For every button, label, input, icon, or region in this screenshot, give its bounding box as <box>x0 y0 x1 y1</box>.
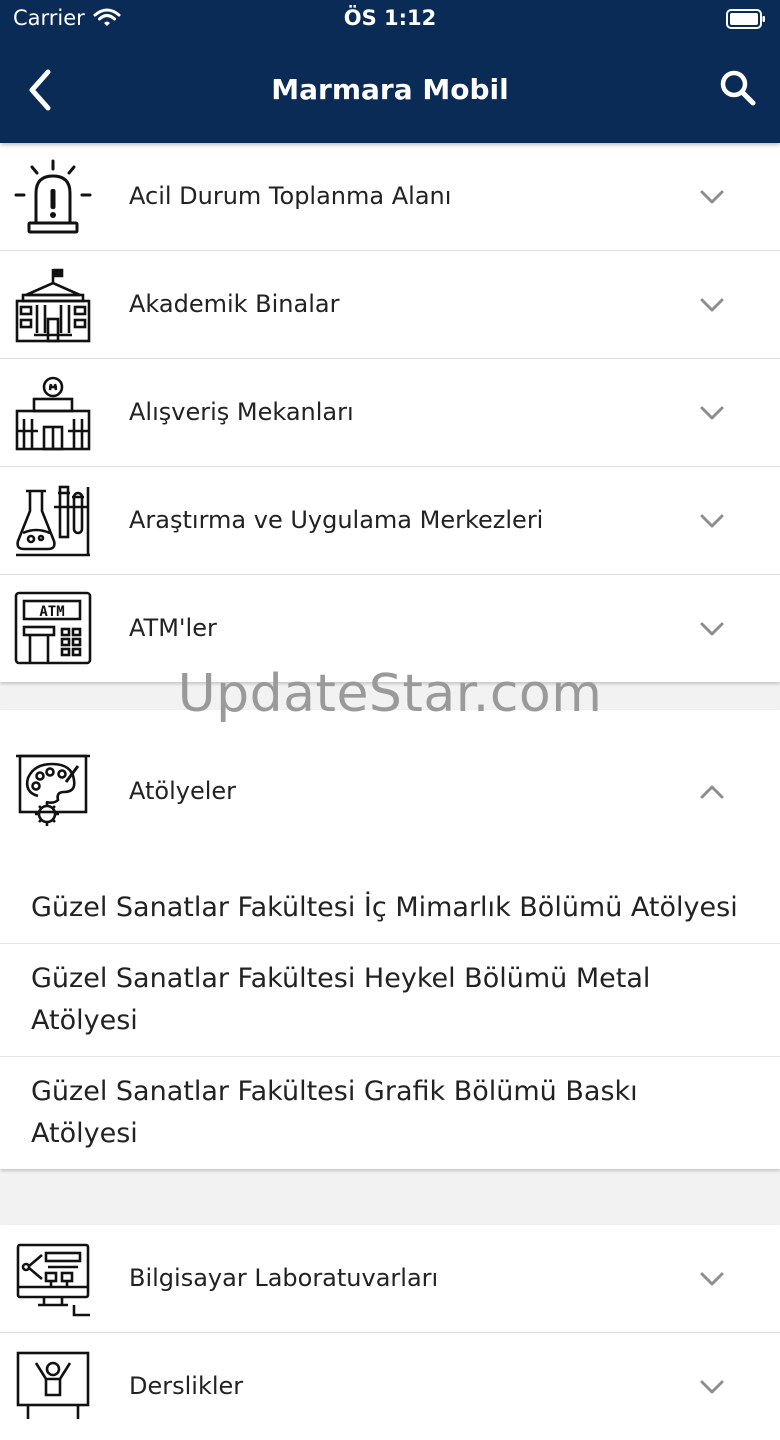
list-item[interactable]: Güzel Sanatlar Fakültesi Grafik Bölümü B… <box>0 1057 780 1169</box>
chevron-down-icon <box>700 406 724 420</box>
category-row-atolyeler[interactable]: Atölyeler <box>0 710 780 873</box>
nav-bar: Marmara Mobil <box>0 40 780 143</box>
expanded-category-card: Atölyeler Güzel Sanatlar Fakültesi İç Mi… <box>0 710 780 1169</box>
laboratory-flask-icon <box>16 485 90 557</box>
category-row-arastirma[interactable]: Araştırma ve Uygulama Merkezleri <box>0 467 780 575</box>
category-row-akademik-binalar[interactable]: Akademik Binalar <box>0 251 780 359</box>
art-palette-gear-icon <box>16 754 90 826</box>
chevron-down-icon <box>700 622 724 636</box>
page-title: Marmara Mobil <box>271 73 509 106</box>
category-list: Acil Durum Toplanma Alanı Akademik Binal… <box>0 143 780 682</box>
computer-lab-icon <box>16 1243 90 1317</box>
battery-icon <box>726 9 765 29</box>
university-building-icon <box>15 268 91 343</box>
category-label: Akademik Binalar <box>129 290 340 318</box>
chevron-up-icon <box>700 785 724 799</box>
chevron-down-icon <box>700 1272 724 1286</box>
category-label: Atölyeler <box>129 777 237 805</box>
category-label: Alışveriş Mekanları <box>129 398 354 426</box>
category-label: Bilgisayar Laboratuvarları <box>129 1264 439 1292</box>
alarm-siren-icon <box>14 159 92 234</box>
app-header: Carrier ÖS 1:12 Marmara Mobil <box>0 0 780 143</box>
atm-icon: ATM <box>14 591 92 665</box>
category-list-more: Bilgisayar Laboratuvarları Derslikler <box>0 1225 780 1440</box>
svg-text:ATM: ATM <box>39 604 64 620</box>
chevron-down-icon <box>700 514 724 528</box>
chevron-down-icon <box>700 190 724 204</box>
search-icon[interactable] <box>718 68 758 108</box>
chevron-down-icon <box>700 298 724 312</box>
category-row-acil-durum[interactable]: Acil Durum Toplanma Alanı <box>0 143 780 251</box>
status-bar: Carrier ÖS 1:12 <box>0 0 780 40</box>
category-label: Araştırma ve Uygulama Merkezleri <box>129 506 544 534</box>
category-row-alisveris[interactable]: Alışveriş Mekanları <box>0 359 780 467</box>
classroom-icon <box>16 1351 90 1419</box>
status-time: ÖS 1:12 <box>343 6 437 30</box>
shopping-mall-icon <box>15 376 91 451</box>
category-row-bilgisayar[interactable]: Bilgisayar Laboratuvarları <box>0 1225 780 1333</box>
chevron-down-icon <box>700 1380 724 1394</box>
watermark: UpdateStar.com <box>177 664 603 724</box>
list-item[interactable]: Güzel Sanatlar Fakültesi İç Mimarlık Böl… <box>0 873 780 944</box>
list-item[interactable]: Güzel Sanatlar Fakültesi Heykel Bölümü M… <box>0 944 780 1057</box>
category-label: Acil Durum Toplanma Alanı <box>129 182 452 210</box>
